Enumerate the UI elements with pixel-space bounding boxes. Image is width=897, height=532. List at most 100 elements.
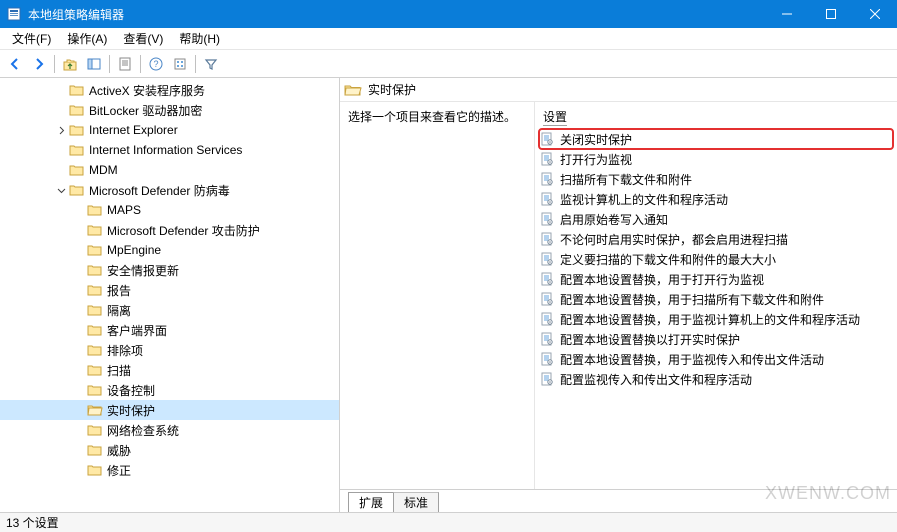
policy-icon (539, 131, 555, 147)
tree-node[interactable]: 威胁 (0, 440, 339, 460)
setting-item[interactable]: 配置本地设置替换，用于监视传入和传出文件活动 (539, 349, 893, 369)
tree-node[interactable]: 排除项 (0, 340, 339, 360)
folder-icon (87, 423, 103, 437)
tree-label: 扫描 (107, 362, 135, 379)
filter-button[interactable] (200, 53, 222, 75)
description-panel: 选择一个项目来查看它的描述。 (340, 102, 535, 489)
tree-label: BitLocker 驱动器加密 (89, 102, 206, 119)
tree-node[interactable]: 实时保护 (0, 400, 339, 420)
status-text: 13 个设置 (6, 514, 59, 531)
tree-label: Internet Information Services (89, 143, 246, 157)
setting-item[interactable]: 不论何时启用实时保护，都会启用进程扫描 (539, 229, 893, 249)
setting-item[interactable]: 配置监视传入和传出文件和程序活动 (539, 369, 893, 389)
settings-column-header[interactable]: 设置 (535, 102, 897, 127)
setting-item[interactable]: 监视计算机上的文件和程序活动 (539, 189, 893, 209)
tree-label: Microsoft Defender 攻击防护 (107, 222, 264, 239)
tree-node[interactable]: Microsoft Defender 防病毒 (0, 180, 339, 200)
toolbar: ? (0, 50, 897, 78)
expander-blank (72, 343, 86, 357)
tree-node[interactable]: Internet Explorer (0, 120, 339, 140)
setting-label: 配置本地设置替换，用于扫描所有下载文件和附件 (560, 291, 824, 308)
setting-label: 配置监视传入和传出文件和程序活动 (560, 371, 752, 388)
expander-blank (72, 303, 86, 317)
expander-blank (72, 203, 86, 217)
folder-icon (87, 323, 103, 337)
tree-label: 隔离 (107, 302, 135, 319)
show-hide-tree-button[interactable] (83, 53, 105, 75)
tree-node[interactable]: 隔离 (0, 300, 339, 320)
tree-node[interactable]: BitLocker 驱动器加密 (0, 100, 339, 120)
expander-icon[interactable] (54, 123, 68, 137)
tab-standard[interactable]: 标准 (393, 492, 439, 512)
setting-label: 关闭实时保护 (560, 131, 632, 148)
setting-item[interactable]: 打开行为监视 (539, 149, 893, 169)
tree-node[interactable]: 扫描 (0, 360, 339, 380)
details-pane: 实时保护 选择一个项目来查看它的描述。 设置 关闭实时保护打开行为监视扫描所有下… (340, 78, 897, 512)
expander-blank (72, 363, 86, 377)
policy-template-button[interactable] (169, 53, 191, 75)
minimize-button[interactable] (765, 0, 809, 28)
folder-icon (69, 83, 85, 97)
policy-icon (539, 271, 555, 287)
tree-node[interactable]: 报告 (0, 280, 339, 300)
setting-item[interactable]: 定义要扫描的下载文件和附件的最大大小 (539, 249, 893, 269)
tree-node[interactable]: MAPS (0, 200, 339, 220)
tree-label: ActiveX 安装程序服务 (89, 82, 209, 99)
expander-icon[interactable] (54, 183, 68, 197)
setting-item[interactable]: 启用原始卷写入通知 (539, 209, 893, 229)
folder-icon (69, 143, 85, 157)
tree-node[interactable]: ActiveX 安装程序服务 (0, 80, 339, 100)
menu-view[interactable]: 查看(V) (115, 28, 171, 49)
expander-blank (72, 243, 86, 257)
setting-label: 配置本地设置替换以打开实时保护 (560, 331, 740, 348)
titlebar: 本地组策略编辑器 (0, 0, 897, 28)
tree-node[interactable]: Internet Information Services (0, 140, 339, 160)
view-tabs: 扩展 标准 (340, 490, 897, 512)
setting-label: 配置本地设置替换，用于监视传入和传出文件活动 (560, 351, 824, 368)
tab-extended[interactable]: 扩展 (348, 492, 394, 512)
back-button[interactable] (4, 53, 26, 75)
tree-node[interactable]: 安全情报更新 (0, 260, 339, 280)
tree-node[interactable]: MpEngine (0, 240, 339, 260)
expander-blank (72, 403, 86, 417)
policy-icon (539, 291, 555, 307)
statusbar: 13 个设置 (0, 512, 897, 532)
up-button[interactable] (59, 53, 81, 75)
tree-label: 修正 (107, 462, 135, 479)
setting-item[interactable]: 关闭实时保护 (539, 129, 893, 149)
forward-button[interactable] (28, 53, 50, 75)
setting-item[interactable]: 配置本地设置替换以打开实时保护 (539, 329, 893, 349)
tree-node[interactable]: 网络检查系统 (0, 420, 339, 440)
setting-label: 定义要扫描的下载文件和附件的最大大小 (560, 251, 776, 268)
setting-item[interactable]: 配置本地设置替换，用于监视计算机上的文件和程序活动 (539, 309, 893, 329)
tree-label: 设备控制 (107, 382, 159, 399)
setting-item[interactable]: 配置本地设置替换，用于打开行为监视 (539, 269, 893, 289)
folder-icon (87, 203, 103, 217)
expander-blank (54, 163, 68, 177)
tree-node[interactable]: 设备控制 (0, 380, 339, 400)
setting-item[interactable]: 扫描所有下载文件和附件 (539, 169, 893, 189)
help-button[interactable]: ? (145, 53, 167, 75)
folder-icon (69, 183, 85, 197)
tree-node[interactable]: 客户端界面 (0, 320, 339, 340)
maximize-button[interactable] (809, 0, 853, 28)
menu-file[interactable]: 文件(F) (4, 28, 59, 49)
folder-icon (69, 123, 85, 137)
policy-icon (539, 311, 555, 327)
setting-item[interactable]: 配置本地设置替换，用于扫描所有下载文件和附件 (539, 289, 893, 309)
settings-list[interactable]: 关闭实时保护打开行为监视扫描所有下载文件和附件监视计算机上的文件和程序活动启用原… (535, 127, 897, 489)
menubar: 文件(F) 操作(A) 查看(V) 帮助(H) (0, 28, 897, 50)
tree-node[interactable]: MDM (0, 160, 339, 180)
close-button[interactable] (853, 0, 897, 28)
tree-pane[interactable]: ActiveX 安装程序服务 BitLocker 驱动器加密Internet Ex… (0, 78, 340, 512)
folder-icon (87, 403, 103, 417)
policy-icon (539, 191, 555, 207)
menu-action[interactable]: 操作(A) (59, 28, 115, 49)
tree-node[interactable]: Microsoft Defender 攻击防护 (0, 220, 339, 240)
tree-node[interactable]: 修正 (0, 460, 339, 480)
properties-button[interactable] (114, 53, 136, 75)
details-header: 实时保护 (340, 78, 897, 102)
menu-help[interactable]: 帮助(H) (171, 28, 228, 49)
svg-text:?: ? (153, 59, 158, 69)
policy-icon (539, 351, 555, 367)
